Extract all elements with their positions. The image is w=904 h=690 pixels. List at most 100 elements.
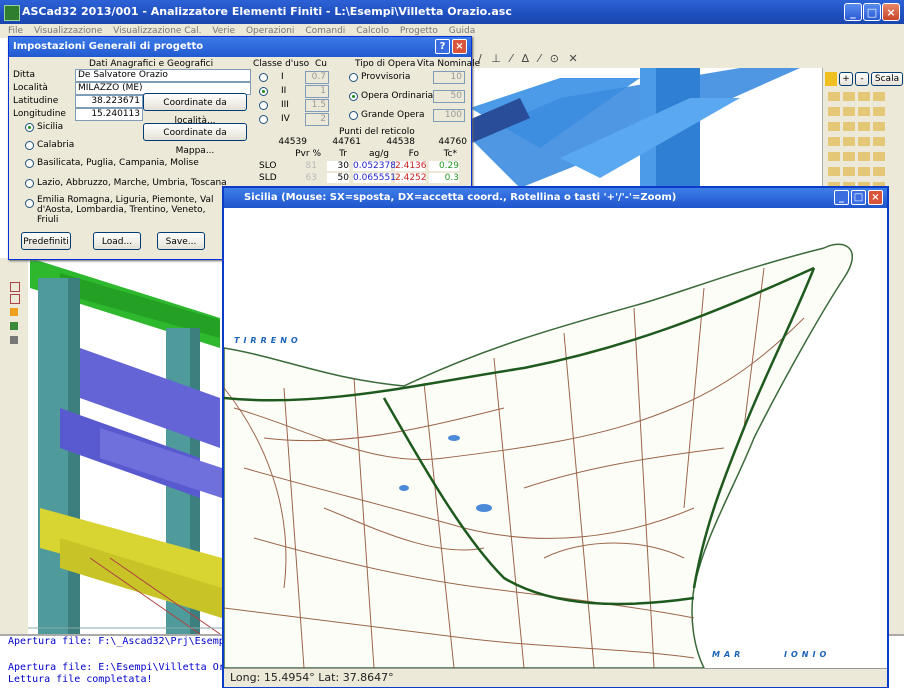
region-radio-lazio[interactable] <box>25 179 34 188</box>
cu-label: Cu <box>315 59 327 69</box>
coordinate-localita-button[interactable]: Coordinate da località... <box>143 93 247 126</box>
region-label: Calabria <box>37 140 75 150</box>
menu-progetto[interactable]: Progetto <box>400 26 438 36</box>
menu-calcolo[interactable]: Calcolo <box>356 26 389 36</box>
color-icon[interactable] <box>10 308 18 316</box>
localita-label: Località <box>13 83 48 93</box>
row-label: SLD <box>259 173 277 183</box>
longitudine-field[interactable]: 15.240113 <box>75 108 143 121</box>
latitudine-field[interactable]: 38.223671 <box>75 95 143 108</box>
maximize-button[interactable]: □ <box>863 3 881 21</box>
classe-radio-iv[interactable] <box>259 115 268 124</box>
region-label: Basilicata, Puglia, Campania, Molise <box>37 158 199 168</box>
toolbar-draw-icons[interactable]: ∕ ⊥ ⁄ ∆ ⁄ ⊙ ✕ <box>478 52 581 65</box>
save-button[interactable]: Save... <box>157 232 205 250</box>
punti-reticolo-label: Punti del reticolo <box>339 127 415 137</box>
zoom-in-button[interactable]: + <box>839 72 853 86</box>
menu-operazioni[interactable]: Operazioni <box>246 26 295 36</box>
sea-label-tirreno: TIRRENO <box>234 336 302 345</box>
vita-nominale-label: Vita Nominale <box>417 59 481 69</box>
ag-cell: 0.052378 <box>353 161 396 171</box>
dialog-title: Impostazioni Generali di progetto <box>13 41 204 52</box>
cu-value: 1.5 <box>305 99 329 112</box>
menu-file[interactable]: File <box>8 26 23 36</box>
longitudine-label: Longitudine <box>13 109 66 119</box>
load-button[interactable]: Load... <box>93 232 141 250</box>
pvr-cell: 81 <box>305 161 317 171</box>
drawing-toolbar: ∕ ⊥ ⁄ ∆ ⁄ ⊙ ✕ <box>470 38 904 68</box>
classe-uso-label: Classe d'uso <box>253 59 310 69</box>
map-close-button[interactable]: × <box>868 190 883 205</box>
main-titlebar: ASCad32 2013/001 - Analizzatore Elementi… <box>0 0 904 24</box>
region-radio-calabria[interactable] <box>25 141 34 150</box>
sea-label-ionio: IONIO <box>784 650 831 659</box>
region-radio-emilia[interactable] <box>25 199 34 208</box>
reticolo-point: 44538 <box>386 137 415 147</box>
ag-cell: 0.065551 <box>353 173 396 183</box>
tool-icon[interactable] <box>10 336 18 344</box>
yellow-tool-icon[interactable] <box>825 72 837 86</box>
latitudine-label: Latitudine <box>13 96 59 106</box>
minimize-button[interactable]: _ <box>844 3 862 21</box>
cu-value: 0.7 <box>305 71 329 84</box>
tipo-name: Grande Opera <box>361 110 425 120</box>
tipo-radio-provvisoria[interactable] <box>349 73 358 82</box>
menu-visualizzazione[interactable]: Visualizzazione <box>34 26 102 36</box>
predefiniti-button[interactable]: Predefiniti <box>21 232 71 250</box>
reticolo-point: 44539 <box>278 137 307 147</box>
sicily-road-map <box>224 243 853 668</box>
classe-radio-i[interactable] <box>259 73 268 82</box>
region-radio-sicilia[interactable] <box>25 123 34 132</box>
map-titlebar: Sicilia (Mouse: SX=sposta, DX=accetta co… <box>224 188 887 208</box>
tr-cell: 50 <box>327 173 349 183</box>
tr-cell: 30 <box>327 161 349 171</box>
tipo-name: Opera Ordinaria <box>361 91 434 101</box>
close-button[interactable]: × <box>882 3 900 21</box>
section-anagrafici-title: Dati Anagrafici e Geografici <box>89 59 214 69</box>
tipo-opera-label: Tipo di Opera <box>355 59 416 69</box>
ditta-field[interactable]: De Salvatore Orazio <box>75 69 251 82</box>
app-icon <box>4 5 20 21</box>
ditta-label: Ditta <box>13 70 36 80</box>
dialog-close-button[interactable]: × <box>452 39 467 54</box>
menu-comandi[interactable]: Comandi <box>305 26 345 36</box>
map-maximize-button[interactable]: □ <box>851 190 866 205</box>
region-radio-basilicata[interactable] <box>25 159 34 168</box>
menu-guida[interactable]: Guida <box>449 26 475 36</box>
scale-button[interactable]: Scala <box>871 72 903 86</box>
cu-value: 1 <box>305 85 329 98</box>
region-label: Sicilia <box>37 122 64 132</box>
menu-visualizzazione-cal[interactable]: Visualizzazione Cal. <box>113 26 201 36</box>
road-map-canvas[interactable]: TIRRENO MAR IONIO <box>224 208 887 668</box>
map-minimize-button[interactable]: _ <box>834 190 849 205</box>
cu-value: 2 <box>305 113 329 126</box>
layer-icon[interactable] <box>10 282 20 292</box>
left-tool-strip <box>0 258 28 634</box>
menu-varie[interactable]: Verie <box>212 26 235 36</box>
help-button[interactable]: ? <box>435 39 450 54</box>
tipo-radio-ordinaria[interactable] <box>349 92 358 101</box>
fo-cell: 2.4252 <box>395 173 427 183</box>
map-coordinate-bar: Long: 15.4954° Lat: 37.8647° <box>224 668 887 687</box>
table-header: Pvr % <box>295 149 321 159</box>
mouse-coordinates: Long: 15.4954° Lat: 37.8647° <box>230 671 394 684</box>
reticolo-point: 44760 <box>438 137 467 147</box>
color-icon[interactable] <box>10 322 18 330</box>
table-header: Tc* <box>443 149 457 159</box>
classe-radio-iii[interactable] <box>259 101 268 110</box>
row-label: SLO <box>259 161 277 171</box>
region-label: Emilia Romagna, Liguria, Piemonte, Val d… <box>37 195 214 225</box>
reticolo-point: 44761 <box>332 137 361 147</box>
tipo-name: Provvisoria <box>361 72 411 82</box>
table-header: Fo <box>408 149 419 159</box>
layer-icon[interactable] <box>10 294 20 304</box>
classe-radio-ii[interactable] <box>259 87 268 96</box>
dialog-titlebar: Impostazioni Generali di progetto ? × <box>9 37 471 57</box>
classe-name: II <box>281 86 287 96</box>
tipo-radio-grande[interactable] <box>349 111 358 120</box>
zoom-out-button[interactable]: - <box>855 72 869 86</box>
coordinate-mappa-button[interactable]: Coordinate da Mappa... <box>143 123 247 156</box>
table-header: ag/g <box>369 149 389 159</box>
tc-cell: 0.3 <box>429 173 459 183</box>
vn-value: 50 <box>433 90 465 103</box>
